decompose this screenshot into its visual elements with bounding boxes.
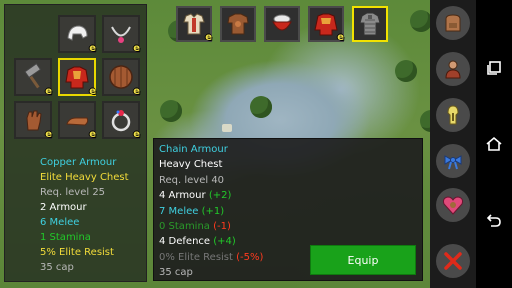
inventory-slot-boot[interactable]: e (58, 101, 96, 140)
hammer-icon (24, 63, 42, 89)
item-melee: 6 Melee (40, 217, 80, 228)
item-elite-resist: 5% Elite Resist (40, 247, 114, 258)
inventory-badge: e (133, 129, 140, 140)
boot-icon (66, 117, 89, 126)
tree (160, 100, 182, 122)
compare-melee-value: 7 Melee (159, 205, 199, 217)
home-button[interactable] (484, 134, 504, 154)
inventory-slot-hood[interactable]: e (58, 15, 96, 54)
item-cap: 35 cap (40, 262, 74, 273)
equipped-slot-tunic[interactable]: e (176, 6, 212, 43)
chain-armor-icon (359, 12, 381, 36)
compare-melee: 7 Melee (+1) (159, 204, 263, 219)
quests-button[interactable] (436, 144, 470, 178)
compare-stamina-value: 0 Stamina (159, 221, 210, 233)
compare-cap: 35 cap (159, 267, 193, 279)
compare-stamina: 0 Stamina (-1) (159, 219, 263, 234)
compare-defence: 4 Defence (+4) (159, 234, 263, 249)
compare-armour-value: 4 Armour (159, 190, 206, 202)
compare-defence-value: 4 Defence (159, 236, 211, 248)
keyhole-icon (447, 105, 459, 125)
close-button[interactable] (436, 244, 470, 278)
inventory-badge: e (89, 86, 96, 97)
inventory-badge: e (133, 43, 140, 54)
inventory-badge: e (89, 129, 96, 140)
inventory-badge: e (133, 86, 140, 97)
elite-chest-icon (65, 66, 89, 89)
tree (250, 96, 272, 118)
inventory-slot-ring[interactable]: e (102, 101, 140, 140)
inventory-slot-glove[interactable]: e (14, 101, 52, 140)
compare-resist-value: 0% Elite Resist (159, 251, 233, 263)
tunic-icon (183, 13, 205, 35)
blue-ribbon-icon (444, 155, 462, 170)
chest-armor-icon (227, 13, 249, 35)
compare-melee-diff: (+1) (201, 205, 225, 217)
item-req-level: Req. level 25 (40, 187, 106, 198)
inventory-slot-elite-chest[interactable]: e (58, 58, 96, 97)
back-button[interactable] (484, 210, 504, 230)
backpack-icon (445, 14, 461, 32)
inventory-button[interactable] (436, 6, 470, 40)
necklace-icon (111, 26, 131, 43)
compare-item-name: Chain Armour (159, 144, 228, 155)
social-button[interactable] (436, 188, 470, 222)
selected-item-stats: Copper Armour Elite Heavy Chest Req. lev… (40, 155, 150, 275)
equipped-slot-chain-armor[interactable] (352, 6, 388, 42)
back-icon (486, 214, 501, 227)
inventory-slot-hammer[interactable]: e (14, 58, 52, 97)
hood-icon (67, 25, 88, 41)
inventory-slot-shield[interactable]: e (102, 58, 140, 97)
inventory-badge: e (45, 129, 52, 140)
compare-armour-diff: (+2) (208, 190, 232, 202)
tree (410, 10, 432, 32)
inventory-badge: e (45, 86, 52, 97)
equip-button[interactable]: Equip (310, 245, 416, 275)
ring-icon (111, 110, 131, 132)
item-type: Elite Heavy Chest (40, 172, 129, 183)
equipped-badge: e (337, 32, 344, 43)
compare-resist-diff: (-5%) (236, 251, 264, 263)
equipped-slot-robe[interactable]: e (308, 6, 344, 43)
item-armour: 2 Armour (40, 202, 87, 213)
compare-resist: 0% Elite Resist (-5%) (159, 250, 263, 265)
item-stamina: 1 Stamina (40, 232, 91, 243)
tree (395, 60, 417, 82)
equipped-badge: e (205, 32, 212, 43)
compare-req-level: Req. level 40 (159, 174, 225, 186)
recent-apps-icon (487, 61, 501, 75)
home-icon (486, 136, 502, 151)
close-icon (444, 252, 462, 270)
compare-panel: Chain Armour Heavy Chest Req. level 40 4… (153, 138, 423, 281)
rock (222, 124, 232, 132)
compare-stamina-diff: (-1) (213, 221, 231, 233)
game-menu (430, 0, 476, 288)
red-bowl-icon (272, 14, 292, 31)
heart-icon (443, 196, 463, 215)
character-button[interactable] (436, 52, 470, 86)
system-nav-bar (476, 0, 512, 288)
equipped-slot-bowl[interactable] (264, 6, 300, 42)
character-icon (445, 60, 461, 79)
equipped-slot-chest[interactable] (220, 6, 256, 42)
item-name: Copper Armour (40, 157, 117, 168)
skills-button[interactable] (436, 98, 470, 132)
round-shield-icon (109, 65, 133, 89)
recent-apps-button[interactable] (484, 58, 504, 78)
compare-item-type: Heavy Chest (159, 159, 223, 171)
inventory-badge: e (89, 43, 96, 54)
glove-icon (26, 110, 42, 131)
inventory-slot-necklace[interactable]: e (102, 15, 140, 54)
inventory-panel: e e e e e e e e Copper Armour Elite Heav… (4, 4, 147, 282)
compare-armour: 4 Armour (+2) (159, 188, 263, 203)
red-robe-icon (314, 13, 338, 36)
compare-stats: Chain Armour Heavy Chest Req. level 40 4… (159, 142, 263, 281)
compare-defence-diff: (+4) (213, 236, 236, 248)
